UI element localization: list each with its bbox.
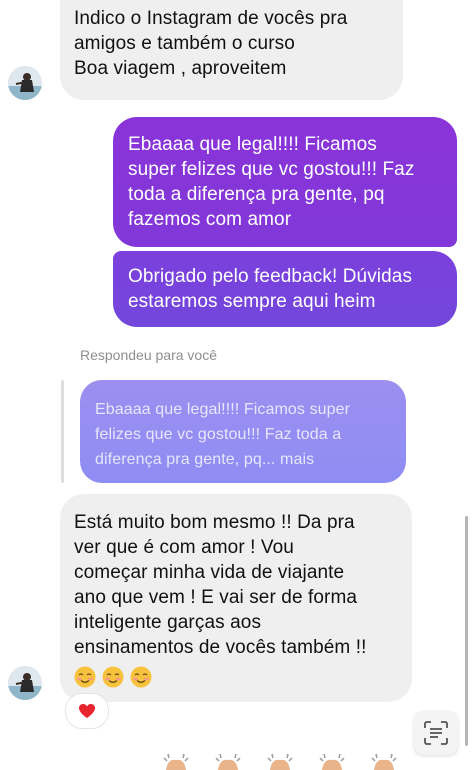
message-line: ensinamentos de vocês também !! [74,637,367,658]
text-scan-icon [424,721,448,745]
message-line: ver que é com amor ! Vou [74,537,294,558]
message-line: amigos e também o curso [74,33,295,54]
contact-avatar[interactable] [8,666,42,700]
scrollbar-thumb[interactable] [465,516,468,746]
reply-indicator-bar [61,380,64,483]
clapping-hands-icon [319,753,345,770]
quoted-line: diferença pra gente, pq... mais [95,451,315,468]
message-line: ano que vem ! E vai ser de forma [74,587,358,608]
quoted-line: Ebaaaa que legal!!!! Ficamos super [95,401,351,418]
contact-avatar[interactable] [8,66,42,100]
message-reaction[interactable] [66,694,108,728]
incoming-message[interactable]: Indico o Instagram de vocês pra amigos e… [60,0,403,100]
message-line: Obrigado pelo feedback! Dúvidas [128,266,413,287]
message-line: toda a diferença pra gente, pq [128,184,385,205]
message-line: Ebaaaa que legal!!!! Ficamos [128,134,377,155]
message-line: começar minha vida de viajante [74,562,345,583]
scan-text-button[interactable] [414,711,458,755]
chat-screen: Indico o Instagram de vocês pra amigos e… [0,0,473,770]
outgoing-message[interactable]: Obrigado pelo feedback! Dúvidas estaremo… [113,251,457,327]
clapping-hands-icon [215,753,241,770]
message-line: super felizes que vc gostou!!! Faz [128,159,415,180]
message-line: Boa viagem , aproveitem [74,58,287,79]
message-line: Está muito bom mesmo !! Da pra [74,512,355,533]
smiling-face-with-blush-icon [74,666,96,688]
outgoing-message[interactable]: Ebaaaa que legal!!!! Ficamos super feliz… [113,117,457,247]
message-line: fazemos com amor [128,209,292,230]
smiling-face-with-blush-icon [102,666,124,688]
smiling-face-with-blush-icon [130,666,152,688]
clapping-hands-icon [267,753,293,770]
quoted-line: felizes que vc gostou!!! Faz toda a [95,426,342,443]
incoming-message[interactable]: Está muito bom mesmo !! Da pra ver que é… [60,494,412,702]
emoji-strip [160,752,473,770]
message-line: Indico o Instagram de vocês pra [74,8,348,29]
avatar-photo-icon [8,66,42,100]
reply-context-label: Respondeu para você [80,347,217,363]
emoji-row [74,666,400,688]
message-line: estaremos sempre aqui heim [128,291,376,312]
heart-icon [79,704,95,718]
message-line: inteligente garças aos [74,612,262,633]
clapping-hands-icon [371,753,397,770]
quoted-message[interactable]: Ebaaaa que legal!!!! Ficamos super feliz… [80,380,406,483]
avatar-photo-icon [8,666,42,700]
clapping-hands-icon [163,753,189,770]
